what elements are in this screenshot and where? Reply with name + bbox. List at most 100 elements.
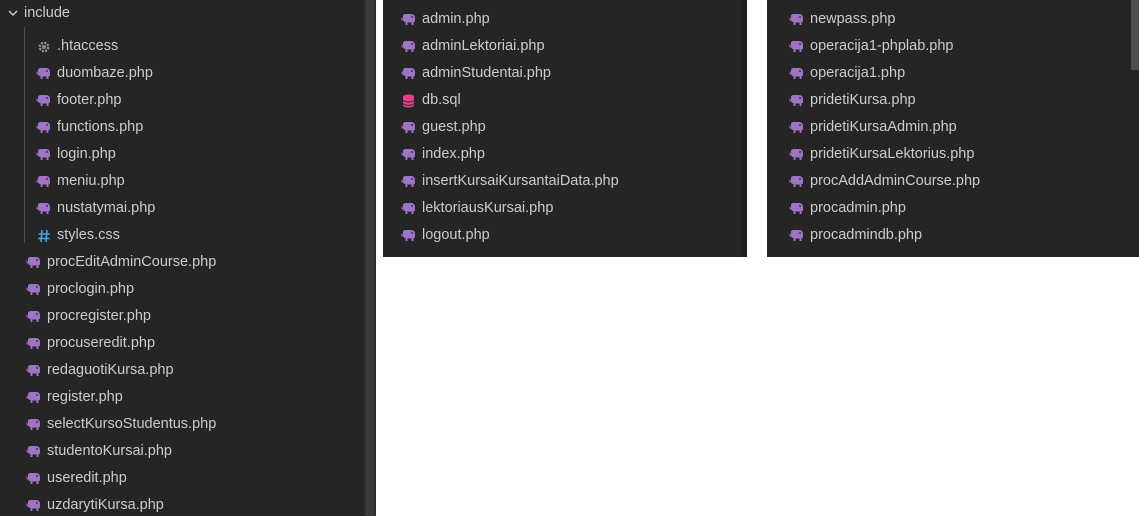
- php-elephant-icon: [26, 390, 41, 405]
- file-label: procEditAdminCourse.php: [47, 254, 217, 270]
- file-label: pridetiKursaAdmin.php: [810, 119, 957, 135]
- file-item[interactable]: procAddAdminCourse.php: [767, 168, 1131, 195]
- file-label: adminStudentai.php: [422, 65, 551, 81]
- file-label: pridetiKursaLektorius.php: [810, 146, 975, 162]
- file-item[interactable]: .htaccess: [0, 33, 364, 60]
- php-elephant-icon: [789, 12, 804, 27]
- file-item[interactable]: insertKursaiKursantaiData.php: [383, 168, 742, 195]
- file-label: db.sql: [422, 92, 461, 108]
- file-item[interactable]: pridetiKursa.php: [767, 87, 1131, 114]
- file-label: nustatymai.php: [57, 200, 156, 216]
- file-item[interactable]: adminStudentai.php: [383, 60, 742, 87]
- file-item[interactable]: lektoriausKursai.php: [383, 195, 742, 222]
- explorer-panel-middle: admin.php adminLektoriai.php adminStudenta…: [383, 0, 747, 257]
- file-label: insertKursaiKursantaiData.php: [422, 173, 619, 189]
- scrollbar-thumb[interactable]: [366, 0, 374, 516]
- scrollbar-track[interactable]: [742, 0, 747, 257]
- database-icon: [401, 93, 416, 108]
- file-label: login.php: [57, 146, 116, 162]
- file-item[interactable]: db.sql: [383, 87, 742, 114]
- php-elephant-icon: [401, 39, 416, 54]
- file-item[interactable]: guest.php: [383, 114, 742, 141]
- file-item[interactable]: functions.php: [0, 114, 364, 141]
- file-label: operacija1-phplab.php: [810, 38, 954, 54]
- file-label: studentoKursai.php: [47, 443, 172, 459]
- php-elephant-icon: [789, 147, 804, 162]
- php-elephant-icon: [26, 282, 41, 297]
- php-elephant-icon: [26, 336, 41, 351]
- file-item[interactable]: footer.php: [0, 87, 364, 114]
- file-label: guest.php: [422, 119, 486, 135]
- file-item[interactable]: studentoKursai.php: [0, 438, 364, 465]
- file-item[interactable]: index.php: [383, 141, 742, 168]
- file-item[interactable]: register.php: [0, 384, 364, 411]
- file-label: logout.php: [422, 227, 490, 243]
- chevron-down-icon: [8, 10, 18, 16]
- folder-label: include: [24, 5, 70, 21]
- file-label: useredit.php: [47, 470, 127, 486]
- php-elephant-icon: [26, 363, 41, 378]
- folder-include[interactable]: include: [0, 0, 364, 27]
- file-label: redaguotiKursa.php: [47, 362, 174, 378]
- file-item[interactable]: operacija1-phplab.php: [767, 33, 1131, 60]
- file-item[interactable]: admin.php: [383, 6, 742, 33]
- file-item[interactable]: selectKursoStudentus.php: [0, 411, 364, 438]
- php-elephant-icon: [789, 174, 804, 189]
- file-item[interactable]: pridetiKursaAdmin.php: [767, 114, 1131, 141]
- file-label: procAddAdminCourse.php: [810, 173, 981, 189]
- file-item[interactable]: procregister.php: [0, 303, 364, 330]
- file-item[interactable]: proclogin.php: [0, 276, 364, 303]
- php-elephant-icon: [36, 174, 51, 189]
- file-label: proclogin.php: [47, 281, 135, 297]
- file-label: lektoriausKursai.php: [422, 200, 554, 216]
- file-item[interactable]: nustatymai.php: [0, 195, 364, 222]
- file-item[interactable]: procadmindb.php: [767, 222, 1131, 249]
- file-label: procadmin.php: [810, 200, 906, 216]
- file-item[interactable]: styles.css: [0, 222, 364, 249]
- file-label: meniu.php: [57, 173, 125, 189]
- file-label: register.php: [47, 389, 123, 405]
- php-elephant-icon: [789, 201, 804, 216]
- file-item[interactable]: useredit.php: [0, 465, 364, 492]
- file-label: procadmindb.php: [810, 227, 923, 243]
- php-elephant-icon: [26, 498, 41, 513]
- file-item[interactable]: newpass.php: [767, 6, 1131, 33]
- file-item[interactable]: login.php: [0, 141, 364, 168]
- file-item[interactable]: procadmin.php: [767, 195, 1131, 222]
- file-item[interactable]: adminLektoriai.php: [383, 33, 742, 60]
- hash-icon: [36, 228, 51, 243]
- php-elephant-icon: [26, 255, 41, 270]
- php-elephant-icon: [26, 417, 41, 432]
- php-elephant-icon: [36, 147, 51, 162]
- php-elephant-icon: [789, 120, 804, 135]
- file-label: procuseredit.php: [47, 335, 156, 351]
- file-label: uzdarytiKursa.php: [47, 497, 164, 513]
- php-elephant-icon: [401, 12, 416, 27]
- php-elephant-icon: [789, 228, 804, 243]
- file-item[interactable]: meniu.php: [0, 168, 364, 195]
- file-label: duombaze.php: [57, 65, 153, 81]
- php-elephant-icon: [401, 147, 416, 162]
- file-item[interactable]: procuseredit.php: [0, 330, 364, 357]
- file-label: operacija1.php: [810, 65, 906, 81]
- php-elephant-icon: [401, 228, 416, 243]
- file-item[interactable]: logout.php: [383, 222, 742, 249]
- php-elephant-icon: [789, 39, 804, 54]
- file-item[interactable]: procEditAdminCourse.php: [0, 249, 364, 276]
- file-label: admin.php: [422, 11, 490, 27]
- file-label: pridetiKursa.php: [810, 92, 916, 108]
- file-item[interactable]: uzdarytiKursa.php: [0, 492, 364, 516]
- file-item[interactable]: operacija1.php: [767, 60, 1131, 87]
- scrollbar-thumb[interactable]: [1131, 0, 1139, 70]
- php-elephant-icon: [36, 120, 51, 135]
- file-item[interactable]: duombaze.php: [0, 60, 364, 87]
- file-item[interactable]: redaguotiKursa.php: [0, 357, 364, 384]
- file-item[interactable]: pridetiKursaLektorius.php: [767, 141, 1131, 168]
- php-elephant-icon: [26, 309, 41, 324]
- explorer-panel-left: include .htaccess duombaze.php footer.php f…: [0, 0, 376, 516]
- file-label: adminLektoriai.php: [422, 38, 545, 54]
- file-label: newpass.php: [810, 11, 896, 27]
- php-elephant-icon: [401, 201, 416, 216]
- file-label: index.php: [422, 146, 485, 162]
- file-label: procregister.php: [47, 308, 151, 324]
